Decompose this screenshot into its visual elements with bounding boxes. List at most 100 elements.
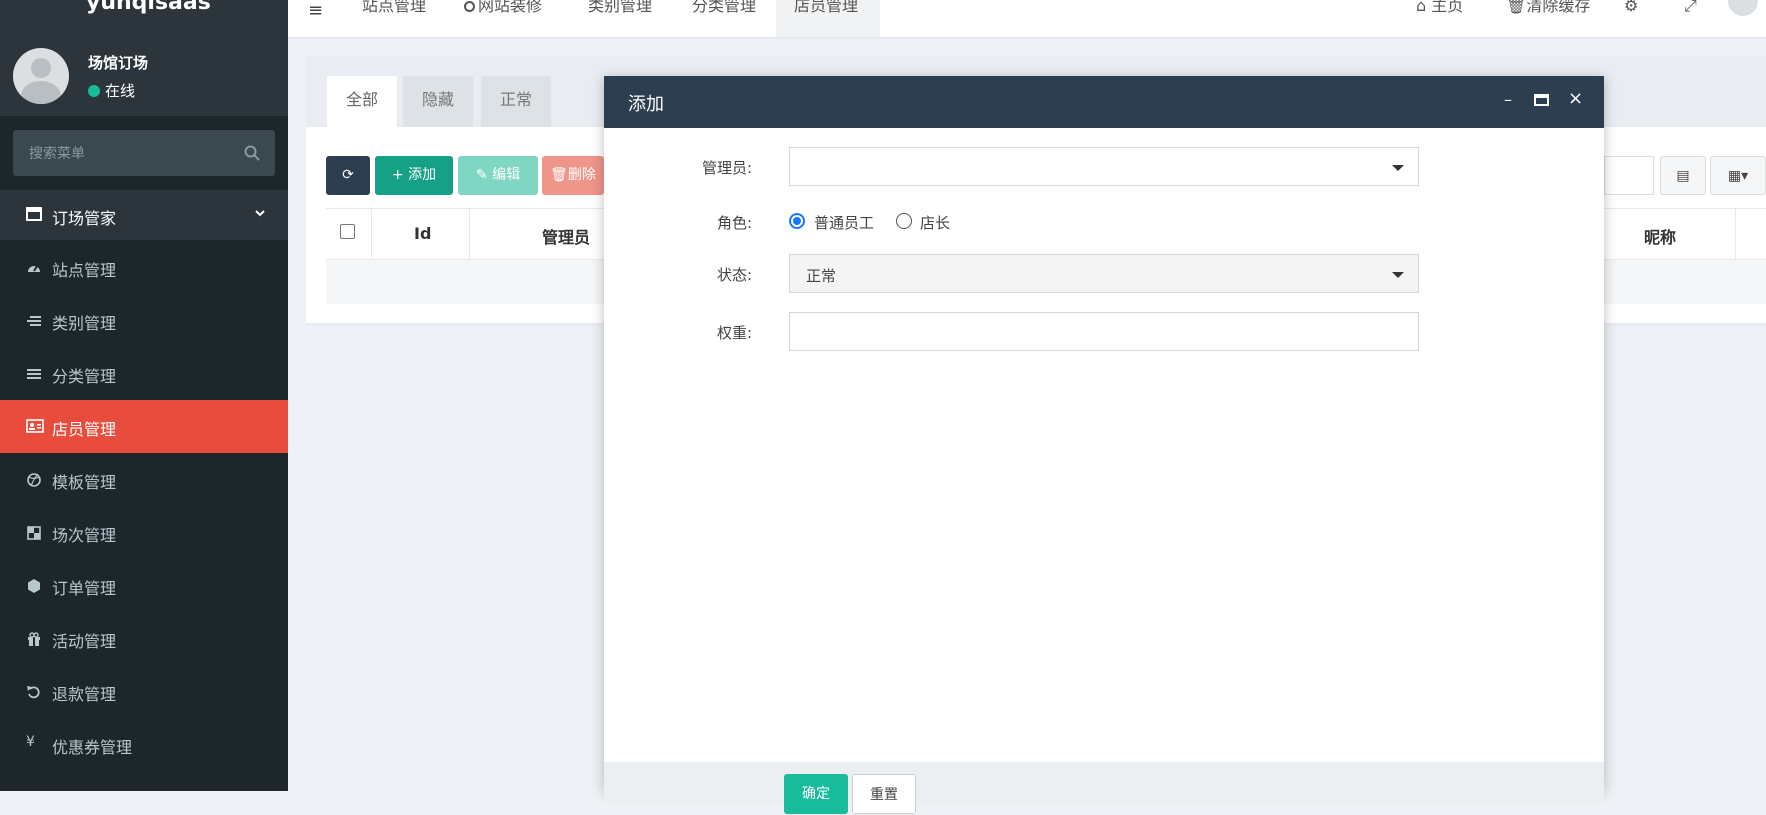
sidebar-item-label: 活动管理 — [52, 632, 117, 651]
status-selected-value: 正常 — [806, 267, 837, 285]
tab-classify[interactable]: 分类管理 — [692, 0, 776, 37]
top-navbar: ≡ 站点管理 网站装修 类别管理 分类管理 店员管理 ⌂ 主页 🗑清除缓存 ⚙ … — [288, 0, 1766, 37]
circle-o-icon — [464, 1, 475, 12]
sidebar-item-label: 模板管理 — [52, 473, 117, 492]
tab-staff[interactable]: 店员管理 — [776, 0, 880, 37]
role-radio-manager[interactable] — [896, 213, 912, 229]
maximize-icon[interactable] — [1534, 94, 1549, 106]
gift-icon — [26, 631, 42, 647]
role-label: 角色: — [716, 214, 752, 232]
plus-icon: + — [391, 167, 404, 183]
admin-label: 管理员: — [701, 159, 752, 177]
weight-label: 权重: — [716, 324, 752, 342]
edit-label: 编辑 — [492, 167, 521, 183]
sidebar-item-label: 店员管理 — [52, 420, 117, 439]
caret-down-icon — [1392, 165, 1404, 171]
list-alt-icon: ▤ — [1676, 168, 1690, 184]
column-admin[interactable]: 管理员 — [542, 224, 590, 248]
delete-button[interactable]: 🗑删除 — [542, 156, 604, 195]
tab-site[interactable]: 站点管理 — [362, 0, 446, 37]
role-radio-staff[interactable] — [789, 213, 805, 229]
sidebar-item-session[interactable]: 场次管理 — [0, 506, 288, 559]
add-button[interactable]: + 添加 — [375, 156, 453, 195]
refresh-button[interactable]: ⟳ — [326, 156, 370, 195]
admin-select[interactable] — [789, 147, 1419, 186]
sidebar-item-coupon[interactable]: ¥ 优惠券管理 — [0, 718, 288, 771]
sidebar-item-label: 分类管理 — [52, 367, 117, 386]
translate-icon[interactable]: ⚙ — [1624, 0, 1638, 14]
fullscreen-icon[interactable]: ⤢ — [1684, 0, 1697, 14]
add-dialog: 添加 – × 管理员: 角色: 普通员工 店长 状态: 正常 权重: 确定 重置 — [604, 76, 1604, 814]
user-avatar-icon[interactable] — [1728, 0, 1758, 16]
tab-category-type[interactable]: 类别管理 — [588, 0, 672, 37]
chevron-down-icon — [254, 208, 266, 218]
tab-decoration[interactable]: 网站装修 — [464, 0, 564, 37]
sidebar-item-staff[interactable]: 店员管理 — [0, 400, 288, 453]
close-icon[interactable]: × — [1568, 88, 1583, 109]
dialog-header[interactable]: 添加 – × — [604, 76, 1604, 128]
window-icon — [26, 207, 42, 221]
menu-search-placeholder: 搜索菜单 — [29, 146, 85, 162]
sidebar-item-refund[interactable]: 退款管理 — [0, 665, 288, 718]
cube-icon — [26, 578, 42, 594]
th-icon: ▦▾ — [1727, 168, 1749, 184]
hamburger-menu-icon[interactable]: ≡ — [308, 0, 323, 21]
pencil-icon: ✎ — [475, 167, 488, 183]
column-id[interactable]: Id — [414, 224, 431, 243]
brand-bar: yunqisaas — [0, 0, 288, 20]
grid-icon — [26, 525, 42, 541]
dialog-footer: 确定 重置 — [604, 762, 1604, 814]
bars-icon — [26, 366, 42, 382]
search-icon[interactable] — [243, 144, 261, 162]
user-status: 在线 — [88, 80, 135, 101]
sidebar-item-label: 退款管理 — [52, 685, 117, 704]
status-select[interactable]: 正常 — [789, 254, 1419, 293]
brand-logo[interactable]: yunqisaas — [86, 0, 211, 18]
online-dot-icon — [88, 85, 100, 97]
sidebar-item-label: 类别管理 — [52, 314, 117, 333]
sidebar-item-label: 场次管理 — [52, 526, 117, 545]
home-icon: ⌂ — [1416, 0, 1427, 15]
menu-section-label: 订场管家 — [52, 209, 117, 228]
sidebar-item-site[interactable]: 站点管理 — [0, 241, 288, 294]
id-card-icon — [26, 419, 44, 435]
list-icon — [26, 313, 42, 329]
user-panel: 场馆订场 在线 — [0, 20, 288, 116]
trash-icon: 🗑 — [550, 167, 568, 183]
sidebar-item-template[interactable]: 模板管理 — [0, 453, 288, 506]
home-label: 主页 — [1431, 0, 1464, 15]
sidebar-item-label: 订单管理 — [52, 579, 117, 598]
select-all-checkbox[interactable] — [340, 224, 355, 239]
user-status-label: 在线 — [105, 82, 136, 100]
sidebar-item-label: 优惠券管理 — [52, 738, 133, 757]
weight-input[interactable] — [789, 312, 1419, 351]
tab-normal[interactable]: 正常 — [481, 76, 551, 128]
sidebar-item-classify[interactable]: 分类管理 — [0, 347, 288, 400]
columns-toggle-button[interactable]: ▦▾ — [1710, 156, 1766, 195]
role-option-staff-label: 普通员工 — [814, 214, 875, 232]
table-search-input[interactable] — [1604, 156, 1654, 195]
user-name: 场馆订场 — [88, 54, 149, 72]
tab-decoration-label: 网站装修 — [478, 0, 543, 15]
minimize-icon[interactable]: – — [1504, 90, 1512, 109]
reset-button[interactable]: 重置 — [852, 774, 916, 814]
column-nickname[interactable]: 昵称 — [1644, 224, 1676, 248]
tab-hidden[interactable]: 隐藏 — [403, 76, 473, 128]
dashboard-icon — [26, 260, 42, 276]
export-button[interactable]: ▤ — [1660, 156, 1706, 195]
tab-all[interactable]: 全部 — [327, 76, 397, 128]
caret-down-icon — [1392, 272, 1404, 278]
clear-cache-link[interactable]: 🗑清除缓存 — [1506, 0, 1590, 14]
home-link[interactable]: ⌂ 主页 — [1416, 0, 1464, 15]
yen-icon: ¥ — [26, 734, 35, 750]
dribbble-icon — [26, 472, 42, 488]
sidebar-item-activity[interactable]: 活动管理 — [0, 612, 288, 665]
sidebar-menu: 站点管理 类别管理 分类管理 店员管理 模板管理 场次管理 订单管理 活动管理 — [0, 241, 288, 771]
edit-button[interactable]: ✎ 编辑 — [458, 156, 538, 195]
menu-section-header[interactable]: 订场管家 — [0, 190, 288, 240]
sidebar-item-category-type[interactable]: 类别管理 — [0, 294, 288, 347]
confirm-button[interactable]: 确定 — [784, 774, 848, 814]
sidebar-item-order[interactable]: 订单管理 — [0, 559, 288, 612]
delete-label: 删除 — [567, 167, 596, 183]
menu-search-input[interactable]: 搜索菜单 — [13, 130, 275, 176]
